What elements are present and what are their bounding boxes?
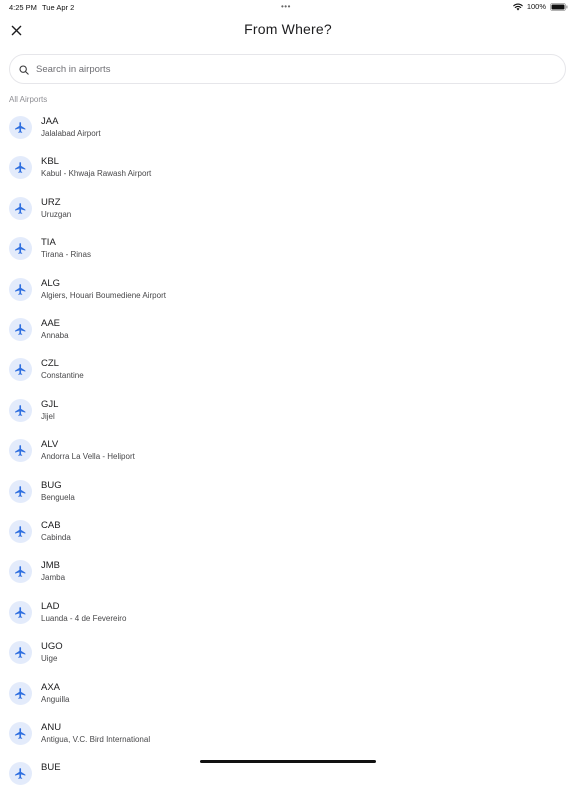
airplane-icon — [15, 364, 26, 376]
airplane-icon — [15, 526, 26, 537]
plane-badge — [9, 479, 32, 503]
airport-name: Jamba — [41, 573, 66, 583]
wifi-icon — [513, 3, 523, 10]
airport-name: Benguela — [41, 492, 75, 502]
airplane-icon — [15, 122, 26, 133]
airport-list-item[interactable]: AXA Anguilla — [0, 677, 576, 715]
home-indicator[interactable] — [200, 760, 376, 763]
airport-list-item[interactable]: AAE Annaba — [0, 313, 576, 351]
airport-list-item[interactable]: JMB Jamba — [0, 555, 576, 593]
plane-badge — [9, 560, 32, 584]
status-bar: 4:25 PM Tue Apr 2 ••• 100% — [0, 0, 576, 14]
status-date: Tue Apr 2 — [42, 3, 75, 12]
airport-name: Andorra La Vella - Heliport — [41, 452, 135, 462]
airport-code: JMB — [41, 560, 60, 572]
search-box[interactable] — [9, 54, 566, 84]
airport-list-item[interactable]: JAA Jalalabad Airport — [0, 111, 576, 149]
airplane-icon — [15, 243, 26, 255]
airport-list-item[interactable]: ALV Andorra La Vella - Heliport — [0, 434, 576, 472]
airport-name: Cabinda — [41, 533, 71, 542]
airport-name: Anguilla — [41, 694, 70, 704]
airport-code: AAE — [41, 318, 61, 329]
airport-code: CZL — [41, 358, 59, 370]
airport-list-item[interactable]: LAD Luanda - 4 de Fevereiro — [0, 596, 576, 634]
airport-code: ALV — [41, 439, 59, 451]
status-right: 100% — [513, 2, 568, 11]
plane-badge — [9, 722, 32, 745]
plane-badge — [9, 641, 32, 665]
plane-badge — [9, 398, 32, 422]
airport-name: Constantine — [41, 371, 84, 381]
plane-badge — [9, 439, 32, 463]
airport-name: Tirana - Rinas — [41, 250, 91, 260]
plane-badge — [9, 318, 32, 341]
airport-name: Uige — [41, 654, 58, 664]
plane-badge — [9, 156, 32, 180]
multitasking-dots[interactable]: ••• — [281, 2, 291, 11]
airport-list-item[interactable]: UGO Uige — [0, 636, 576, 674]
plane-badge — [9, 681, 32, 705]
airport-code: GJL — [41, 398, 59, 410]
airport-name: Jalalabad Airport — [41, 129, 101, 138]
airport-name: Annaba — [41, 331, 69, 340]
page-title: From Where? — [244, 21, 332, 37]
airplane-icon — [15, 687, 26, 699]
airplane-icon — [15, 202, 26, 214]
airplane-icon — [15, 728, 26, 739]
airplane-icon — [15, 768, 26, 780]
plane-badge — [9, 600, 32, 624]
plane-badge — [9, 520, 32, 543]
airport-list-item[interactable]: CZL Constantine — [0, 353, 576, 391]
airport-code: LAD — [41, 600, 60, 612]
airplane-icon — [15, 162, 26, 174]
airport-list-item[interactable]: ALG Algiers, Houari Boumediene Airport — [0, 273, 576, 311]
airport-code: KBL — [41, 156, 59, 168]
airport-name: Jijel — [41, 411, 55, 421]
airport-name: Kabul - Khwaja Rawash Airport — [41, 169, 152, 179]
airport-list-item[interactable]: BUG Benguela — [0, 475, 576, 513]
airplane-icon — [15, 404, 26, 416]
plane-badge — [9, 277, 32, 301]
airplane-icon — [15, 566, 26, 578]
section-label: All Airports — [9, 95, 48, 104]
airport-name: Algiers, Houari Boumediene Airport — [41, 290, 166, 300]
airport-list-item[interactable]: GJL Jijel — [0, 394, 576, 432]
airport-list-item[interactable]: URZ Uruzgan — [0, 192, 576, 230]
search-input[interactable] — [36, 55, 536, 83]
plane-badge — [9, 762, 32, 786]
plane-badge — [9, 196, 32, 220]
plane-badge — [9, 237, 32, 261]
airport-code: URZ — [41, 196, 61, 208]
airplane-icon — [15, 647, 26, 659]
plane-badge — [9, 116, 32, 139]
airport-code: JAA — [41, 116, 59, 127]
airport-name: Antigua, V.C. Bird International — [41, 735, 151, 744]
airport-code: CAB — [41, 520, 61, 531]
airplane-icon — [15, 485, 26, 497]
airplane-icon — [15, 324, 26, 335]
plane-badge — [9, 358, 32, 382]
airport-name: Luanda - 4 de Fevereiro — [41, 613, 127, 623]
status-time: 4:25 PM — [9, 3, 37, 12]
airport-list-item[interactable]: KBL Kabul - Khwaja Rawash Airport — [0, 151, 576, 189]
airport-code: ALG — [41, 277, 61, 289]
airport-list-item[interactable]: ANU Antigua, V.C. Bird International — [0, 717, 576, 755]
airplane-icon — [15, 445, 26, 457]
airplane-icon — [15, 283, 26, 295]
battery-icon — [550, 2, 568, 11]
battery-percent: 100% — [526, 2, 546, 11]
airport-code: BUG — [41, 479, 62, 491]
search-icon — [19, 65, 29, 75]
airport-code: TIA — [41, 237, 56, 249]
airport-code: ANU — [41, 722, 62, 733]
airplane-icon — [15, 606, 26, 618]
airport-list-item[interactable]: CAB Cabinda — [0, 515, 576, 553]
airport-name: Uruzgan — [41, 209, 72, 219]
airport-list-item[interactable]: TIA Tirana - Rinas — [0, 232, 576, 270]
airport-code: AXA — [41, 681, 61, 693]
airport-list-item[interactable]: BUE — [0, 757, 576, 795]
airport-code: UGO — [41, 641, 63, 653]
